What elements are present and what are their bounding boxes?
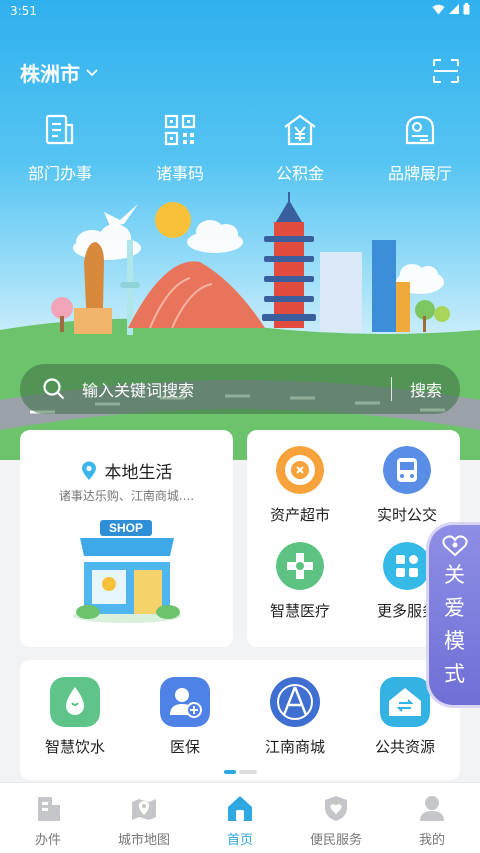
house-yen-icon: [284, 114, 316, 146]
page-dot: [239, 770, 257, 774]
quick-label: 部门办事: [27, 164, 92, 183]
scan-icon[interactable]: [432, 58, 460, 84]
cloud-mid: [187, 220, 243, 253]
care-mode-button[interactable]: 关爱模式: [426, 522, 480, 708]
local-life-title: 本地生活: [104, 463, 173, 483]
tab-label: 办件: [34, 833, 61, 848]
city-name: 株洲市: [20, 62, 80, 86]
brand-hall-icon: [405, 115, 435, 145]
home-icon: [228, 796, 252, 821]
bus-icon: [383, 446, 431, 494]
bird: [104, 204, 138, 226]
shop-icon: SHOP: [73, 520, 181, 623]
shield-icon: [325, 796, 347, 821]
tab-home[interactable]: 首页: [192, 783, 288, 853]
signal-icon: [449, 4, 459, 14]
app-item-medical-insurance[interactable]: 医保: [130, 677, 240, 757]
quick-item-qrcode[interactable]: 诸事码: [120, 112, 240, 184]
service-item-medical[interactable]: 智慧医疗: [247, 542, 353, 621]
building-icon: [38, 797, 60, 821]
chevron-down-icon: [86, 68, 98, 76]
app-label: 公共资源: [374, 738, 435, 756]
care-mode-label: 关爱模式: [444, 563, 465, 686]
battery-icon: [463, 3, 470, 15]
page-indicator: [224, 770, 257, 774]
water-icon: [50, 677, 100, 727]
quick-item-brand-hall[interactable]: 品牌展厅: [360, 112, 480, 184]
document-icon: [45, 114, 74, 145]
tab-mine[interactable]: 我的: [384, 783, 480, 853]
asset-market-icon: [276, 446, 324, 494]
search-input[interactable]: 输入关键词搜索: [82, 377, 391, 401]
quick-label: 诸事码: [155, 164, 204, 183]
hero-banner: 3:51 株洲市 部门办事 诸事码 公积金 品牌展厅 输入关键词搜索 搜索: [0, 0, 480, 460]
app-item-mall[interactable]: 江南商城: [240, 677, 350, 757]
search-icon: [43, 378, 65, 400]
map-icon: [132, 799, 156, 820]
medical-icon: [276, 542, 324, 590]
tab-label: 便民服务: [309, 833, 362, 848]
local-life-card[interactable]: 本地生活 诸事达乐购、江南商城.... SHOP: [20, 430, 233, 647]
service-label: 实时公交: [376, 506, 437, 524]
city-skyline-illustration: [0, 192, 480, 460]
app-label: 江南商城: [264, 738, 325, 756]
service-item-bus[interactable]: 实时公交: [354, 446, 460, 525]
building-white: [320, 252, 362, 332]
app-label: 智慧饮水: [44, 738, 105, 756]
apps-card: 智慧饮水 医保 江南商城 公共资源: [20, 660, 460, 780]
quick-label: 公积金: [275, 164, 324, 183]
statue-base: [74, 308, 112, 334]
public-resources-icon: [380, 677, 430, 727]
mall-icon: [270, 677, 320, 727]
status-bar: 3:51: [0, 0, 480, 22]
search-bar[interactable]: 输入关键词搜索 搜索: [20, 364, 460, 414]
user-icon: [420, 796, 444, 821]
tab-city-map[interactable]: 城市地图: [96, 783, 192, 853]
qrcode-icon: [164, 114, 196, 146]
local-life-subtitle: 诸事达乐购、江南商城....: [58, 489, 195, 503]
building-orange: [396, 282, 410, 332]
statue: [84, 242, 104, 308]
page-dot-active: [224, 770, 236, 774]
quick-item-housing-fund[interactable]: 公积金: [240, 112, 360, 184]
shop-sign: SHOP: [109, 521, 143, 535]
pagoda: [262, 192, 316, 328]
heart-icon: [441, 535, 468, 557]
wifi-icon: [432, 4, 445, 14]
tab-label: 我的: [418, 833, 445, 848]
service-label: 资产超市: [269, 506, 330, 524]
status-icons: [432, 3, 470, 15]
medical-insurance-icon: [160, 677, 210, 727]
tab-label: 城市地图: [117, 833, 170, 848]
quick-nav: 部门办事 诸事码 公积金 品牌展厅: [0, 112, 480, 184]
service-item-asset-market[interactable]: 资产超市: [247, 446, 353, 525]
more-services-icon: [383, 542, 431, 590]
local-life-title-row: 本地生活: [20, 458, 233, 483]
quick-label: 品牌展厅: [387, 164, 452, 183]
tab-tasks[interactable]: 办件: [0, 783, 96, 853]
stadium: [128, 261, 265, 328]
service-label: 智慧医疗: [269, 602, 330, 620]
building-blue: [372, 240, 396, 332]
location-pin-icon: [81, 461, 96, 480]
tab-bar: 办件 城市地图 首页 便民服务 我的: [0, 782, 480, 853]
sun: [155, 202, 191, 238]
status-time: 3:51: [10, 4, 37, 18]
tab-label: 首页: [226, 833, 253, 848]
app-label: 医保: [169, 738, 200, 756]
quick-item-department[interactable]: 部门办事: [0, 112, 120, 184]
tab-convenience[interactable]: 便民服务: [288, 783, 384, 853]
city-selector[interactable]: 株洲市: [20, 58, 98, 87]
tree-pink: [51, 297, 73, 319]
search-button[interactable]: 搜索: [392, 377, 460, 401]
app-item-water[interactable]: 智慧饮水: [20, 677, 130, 757]
